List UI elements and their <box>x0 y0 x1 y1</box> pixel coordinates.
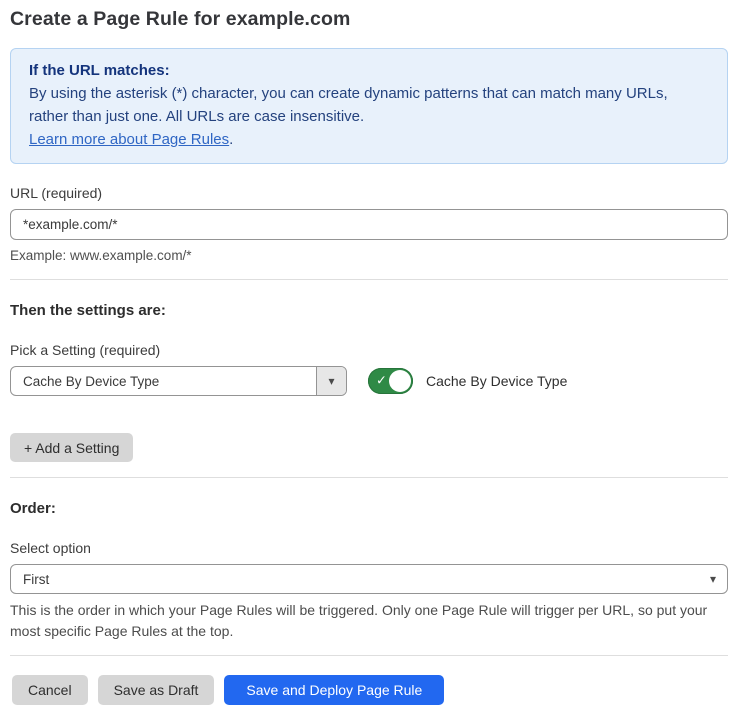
setting-picker-caret-button[interactable]: ▾ <box>316 367 346 395</box>
setting-toggle[interactable]: ✓ <box>368 368 413 394</box>
order-description: This is the order in which your Page Rul… <box>10 600 728 642</box>
cancel-button[interactable]: Cancel <box>12 675 88 705</box>
toggle-knob <box>389 370 411 392</box>
order-select-dropdown[interactable]: First ▾ <box>10 564 728 594</box>
setting-picker-dropdown[interactable]: Cache By Device Type ▾ <box>10 366 347 396</box>
order-section-heading: Order: <box>10 500 728 517</box>
info-box-heading: If the URL matches: <box>29 59 709 82</box>
url-example-helper: Example: www.example.com/* <box>10 248 728 263</box>
order-select-value: First <box>11 572 710 587</box>
chevron-down-icon: ▾ <box>328 375 334 387</box>
save-draft-button[interactable]: Save as Draft <box>98 675 215 705</box>
section-divider <box>10 279 728 280</box>
url-field-label: URL (required) <box>10 185 728 201</box>
footer-actions: Cancel Save as Draft Save and Deploy Pag… <box>12 675 728 705</box>
link-suffix: . <box>229 131 233 148</box>
check-icon: ✓ <box>376 375 387 388</box>
save-deploy-button[interactable]: Save and Deploy Page Rule <box>224 675 444 705</box>
url-match-info-box: If the URL matches: By using the asteris… <box>10 48 728 164</box>
setting-picker-value: Cache By Device Type <box>11 374 316 389</box>
setting-picker-label: Pick a Setting (required) <box>10 342 728 358</box>
setting-toggle-label: Cache By Device Type <box>426 373 567 389</box>
page-title: Create a Page Rule for example.com <box>10 8 728 31</box>
settings-section-heading: Then the settings are: <box>10 302 728 319</box>
url-input[interactable] <box>10 209 728 240</box>
chevron-down-icon: ▾ <box>710 573 716 585</box>
learn-more-link[interactable]: Learn more about Page Rules <box>29 131 229 148</box>
setting-row: Cache By Device Type ▾ ✓ Cache By Device… <box>10 366 728 396</box>
footer-divider <box>10 655 728 656</box>
add-setting-button[interactable]: + Add a Setting <box>10 433 133 462</box>
info-box-body: By using the asterisk (*) character, you… <box>29 82 709 128</box>
section-divider <box>10 477 728 478</box>
page-rule-form: Create a Page Rule for example.com If th… <box>0 0 750 705</box>
order-select-label: Select option <box>10 540 728 556</box>
info-box-link-line: Learn more about Page Rules. <box>29 128 709 151</box>
order-caret-wrap: ▾ <box>710 573 727 585</box>
